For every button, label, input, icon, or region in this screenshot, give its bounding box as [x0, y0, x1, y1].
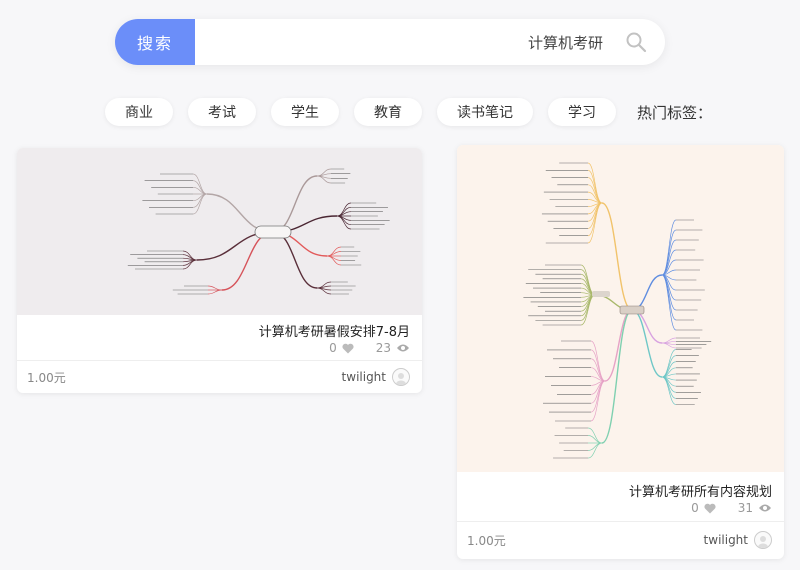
price: 1.00元 [27, 371, 66, 385]
search-icon[interactable] [625, 31, 647, 53]
mindmap-thumbnail[interactable] [17, 148, 422, 315]
view-count: 31 [737, 501, 753, 515]
tag-exam[interactable]: 考试 [187, 98, 256, 126]
tag-education[interactable]: 教育 [353, 98, 422, 126]
hot-tags: 热门标签： 学习 读书笔记 教育 学生 考试 商业 [0, 97, 800, 127]
card-divider [17, 360, 422, 361]
mindmap-card[interactable]: 计算机考研所有内容规划 31 0 twilight 1.00元 [457, 145, 784, 559]
tag-reading-notes[interactable]: 读书笔记 [436, 98, 533, 126]
price: 1.00元 [467, 534, 506, 548]
heart-icon[interactable] [342, 343, 354, 354]
card-title[interactable]: 计算机考研暑假安排7-8月 [259, 321, 410, 340]
mindmap-thumbnail[interactable] [457, 145, 784, 472]
search-button[interactable]: 搜索 [115, 19, 195, 65]
search-bar: 搜索 [115, 19, 665, 65]
hot-tags-label: 热门标签： [636, 103, 712, 122]
search-input[interactable] [195, 19, 665, 65]
view-count: 23 [375, 341, 391, 355]
author-info[interactable]: twilight [342, 367, 410, 387]
author-name[interactable]: twilight [342, 370, 386, 384]
heart-icon[interactable] [704, 503, 716, 514]
tag-study[interactable]: 学习 [547, 98, 616, 126]
mindmap-card[interactable]: 计算机考研暑假安排7-8月 23 0 twilight 1.00元 [17, 148, 422, 393]
like-count: 0 [691, 501, 699, 515]
author-info[interactable]: twilight [704, 530, 772, 550]
user-icon [396, 373, 406, 385]
card-title[interactable]: 计算机考研所有内容规划 [629, 481, 772, 500]
tag-business[interactable]: 商业 [104, 98, 173, 126]
card-stats: 31 0 [691, 500, 772, 516]
card-stats: 23 0 [329, 340, 410, 356]
like-count: 0 [329, 341, 337, 355]
card-divider [457, 521, 784, 522]
tag-student[interactable]: 学生 [270, 98, 339, 126]
eye-icon [759, 504, 771, 512]
user-icon [758, 536, 768, 548]
avatar[interactable] [392, 368, 410, 386]
eye-icon [397, 344, 409, 352]
avatar[interactable] [754, 531, 772, 549]
author-name[interactable]: twilight [704, 533, 748, 547]
